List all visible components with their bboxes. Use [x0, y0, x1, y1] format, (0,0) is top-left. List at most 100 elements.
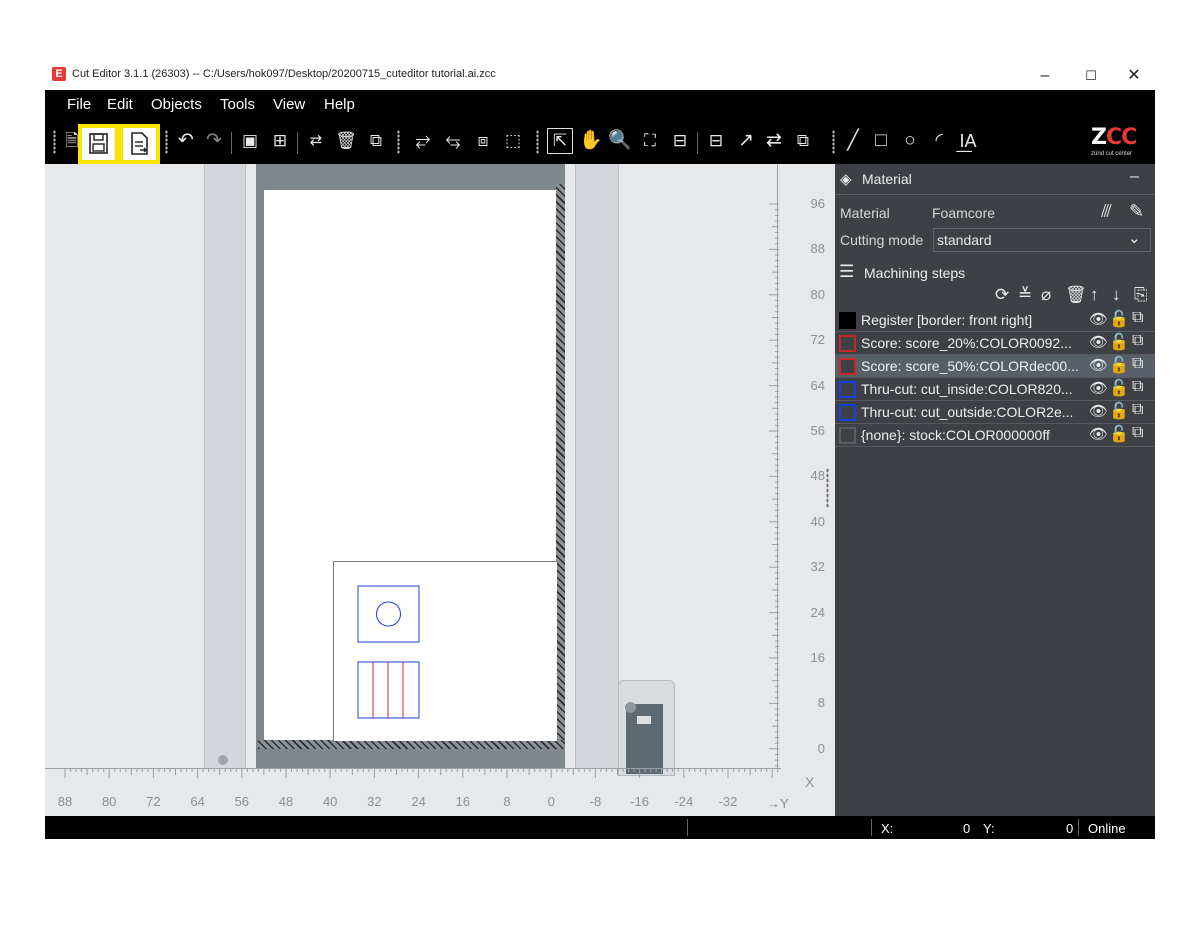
horizontal-ruler-tick-label: 64	[190, 794, 205, 809]
material-library-icon[interactable]: ⫻	[1101, 201, 1112, 222]
visibility-eye-icon[interactable]: 👁	[1089, 333, 1108, 351]
artwork-shapes[interactable]	[357, 585, 421, 721]
collapse-button[interactable]: –	[1130, 168, 1139, 186]
vertical-ruler-tick-label: 16	[810, 650, 825, 665]
lock-icon[interactable]: 🔓	[1109, 424, 1129, 444]
menu-tools[interactable]: Tools	[220, 96, 255, 113]
copy-layer-icon[interactable]: ⧉	[790, 128, 816, 154]
horizontal-ruler-tick-label: 48	[278, 794, 294, 809]
visibility-eye-icon[interactable]: 👁	[1089, 310, 1108, 328]
machining-step-row[interactable]: Thru-cut: cut_outside:COLOR2e... 👁 🔓 ⧉	[835, 401, 1155, 424]
vertical-ruler-tick-label: 72	[810, 332, 825, 348]
cutting-head-body	[626, 704, 663, 774]
zoom-page-icon[interactable]: ⊟	[667, 128, 693, 154]
group-icon[interactable]: ▣	[237, 128, 263, 154]
step-settings-icon[interactable]: ⧉	[1132, 401, 1143, 419]
zoom-fit-icon[interactable]: ⛶	[637, 128, 663, 154]
cut-inside-square[interactable]	[357, 585, 420, 643]
connection-status: Online	[1088, 821, 1126, 836]
visibility-eye-icon[interactable]: 👁	[1089, 425, 1108, 443]
reverse-path-icon[interactable]: ⥂	[410, 128, 436, 154]
duplicate-icon[interactable]: ⧉	[363, 128, 389, 154]
step-settings-icon[interactable]: ⧉	[1132, 355, 1143, 373]
add-tool-icon[interactable]: ⌀	[1041, 285, 1051, 305]
zcc-tagline: zünd cut center	[1091, 151, 1133, 157]
step-settings-icon[interactable]: ⧉	[1132, 378, 1143, 396]
save-as-button[interactable]	[119, 124, 160, 164]
copy-step-icon[interactable]: ⎘	[1134, 285, 1148, 305]
select-tool-icon[interactable]: ⇱	[547, 128, 573, 154]
move-down-icon[interactable]: ↓	[1112, 285, 1121, 305]
cutting-mode-select[interactable]: standard ⌄	[933, 228, 1151, 252]
lock-icon[interactable]: 🔓	[1109, 332, 1129, 352]
zoom-icon[interactable]: 🔍	[607, 128, 633, 154]
step-settings-icon[interactable]: ⧉	[1132, 309, 1143, 327]
toolbar-grip[interactable]	[165, 130, 168, 154]
direction-icon[interactable]: ⇄	[303, 128, 329, 154]
delete-icon[interactable]: 🗑	[333, 128, 359, 154]
nest-icon[interactable]: ⧈	[470, 128, 496, 154]
measure-icon[interactable]: ⊟	[703, 128, 729, 154]
menu-help[interactable]: Help	[324, 96, 355, 113]
minimize-button[interactable]: –	[1030, 65, 1060, 87]
cut-inside-circle[interactable]	[376, 601, 401, 627]
step-settings-icon[interactable]: ⧉	[1132, 332, 1143, 350]
vertical-ruler-tick-label: 80	[810, 286, 825, 302]
window-title: Cut Editor 3.1.1 (26303) -- C:/Users/hok…	[72, 68, 496, 80]
swap-icon[interactable]: ⇄	[761, 128, 787, 154]
toolbar-grip[interactable]	[53, 130, 56, 154]
vertical-ruler-tick-label: 48	[810, 468, 825, 484]
machining-step-row[interactable]: Score: score_20%:COLOR0092... 👁 🔓 ⧉	[835, 332, 1155, 355]
save-button[interactable]	[78, 124, 119, 164]
delete-step-icon[interactable]: 🗑	[1065, 285, 1087, 305]
close-button[interactable]: ✕	[1119, 65, 1149, 87]
toolbar-separator	[697, 132, 698, 154]
machining-step-row[interactable]: Thru-cut: cut_inside:COLOR820... 👁 🔓 ⧉	[835, 378, 1155, 401]
rail-marker-icon	[218, 755, 228, 765]
toolbar-grip[interactable]	[832, 130, 835, 154]
toolbar-grip[interactable]	[397, 130, 400, 154]
horizontal-ruler-tick-label: 24	[411, 794, 426, 809]
circle-tool-icon[interactable]: ○	[897, 128, 923, 154]
horizontal-ruler-tick-label: -16	[630, 794, 649, 809]
sort-steps-icon[interactable]: ⟳	[995, 285, 1009, 305]
menu-objects[interactable]: Objects	[151, 96, 202, 113]
y-coordinate-label: Y:	[983, 821, 995, 836]
move-up-icon[interactable]: ↑	[1090, 285, 1099, 305]
x-axis-label: X	[805, 774, 815, 790]
visibility-eye-icon[interactable]: 👁	[1089, 379, 1108, 397]
add-step-below-icon[interactable]: ≚	[1018, 285, 1032, 305]
rectangle-tool-icon[interactable]: □	[868, 128, 894, 154]
hand-tool-icon[interactable]: ✋	[578, 128, 604, 154]
smooth-path-icon[interactable]: ⥃	[440, 128, 466, 154]
machining-step-row[interactable]: {none}: stock:COLOR000000ff 👁 🔓 ⧉	[835, 424, 1155, 447]
menu-view[interactable]: View	[273, 96, 305, 113]
lock-icon[interactable]: 🔓	[1109, 401, 1129, 421]
horizontal-ruler-tick-label: 8	[503, 794, 511, 809]
horizontal-ruler-tick-label: 72	[146, 794, 161, 809]
material-header[interactable]: ◈ Material –	[835, 164, 1155, 195]
lead-in-icon[interactable]: ↗	[733, 128, 759, 154]
step-settings-icon[interactable]: ⧉	[1132, 424, 1143, 442]
visibility-eye-icon[interactable]: 👁	[1089, 356, 1108, 374]
maximize-button[interactable]: ☐	[1076, 65, 1106, 87]
lock-icon[interactable]: 🔓	[1109, 355, 1129, 375]
align-icon[interactable]: ⊞	[267, 128, 293, 154]
edit-material-icon[interactable]: ✎	[1129, 201, 1144, 222]
undo-icon[interactable]: ↶	[173, 128, 199, 154]
menu-edit[interactable]: Edit	[107, 96, 133, 113]
machining-step-row[interactable]: Score: score_50%:COLORdec00... 👁 🔓 ⧉	[835, 355, 1155, 378]
arc-tool-icon[interactable]: ◜	[926, 128, 952, 154]
toolbar-grip[interactable]	[536, 130, 539, 154]
menu-file[interactable]: File	[67, 96, 91, 113]
visibility-eye-icon[interactable]: 👁	[1089, 402, 1108, 420]
canvas-area[interactable]: 96 88 80 72 64 56 48 40 32 24 16 8 0 88 80 72 64 56 48 40 3…	[45, 164, 835, 816]
redo-icon[interactable]: ↷	[201, 128, 227, 154]
line-tool-icon[interactable]: ╱	[840, 128, 866, 154]
lock-icon[interactable]: 🔓	[1109, 309, 1129, 329]
lock-icon[interactable]: 🔓	[1109, 378, 1129, 398]
panel-splitter[interactable]	[826, 468, 829, 508]
bridge-icon[interactable]: ⬚	[500, 128, 526, 154]
text-tool-icon[interactable]: I͟A	[955, 128, 981, 154]
machining-step-row[interactable]: Register [border: front right] 👁 🔓 ⧉	[835, 309, 1155, 332]
